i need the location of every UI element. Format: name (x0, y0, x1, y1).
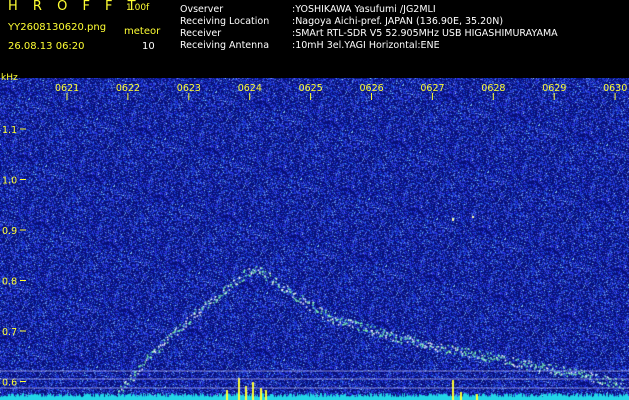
freq-tick-label: 0.9 (2, 226, 17, 237)
time-tick-label: 0622 (116, 83, 140, 94)
time-tick-label: 0625 (299, 83, 323, 94)
freq-tick-label: 1.0 (2, 176, 17, 187)
time-tick-label: 0629 (542, 83, 566, 94)
spectrogram-axes: 0621 0622 0623 0624 0625 0626 0627 0628 0629 0630… (0, 83, 629, 389)
freq-tick-label: 0.8 (2, 277, 17, 288)
time-tick-label: 0630 (603, 83, 627, 94)
time-tick-label: 0628 (481, 83, 505, 94)
time-tick-label: 0623 (177, 83, 201, 94)
time-tick-label: 0626 (360, 83, 384, 94)
time-tick-label: 0627 (420, 83, 444, 94)
freq-tick-label: 1.1 (2, 125, 17, 136)
freq-tick-label: 0.7 (2, 327, 17, 338)
time-tick-label: 0621 (55, 83, 79, 94)
hroft-screen: { "header": { "title": "H R O F F T", "v… (0, 0, 629, 400)
time-tick-label: 0624 (238, 83, 262, 94)
